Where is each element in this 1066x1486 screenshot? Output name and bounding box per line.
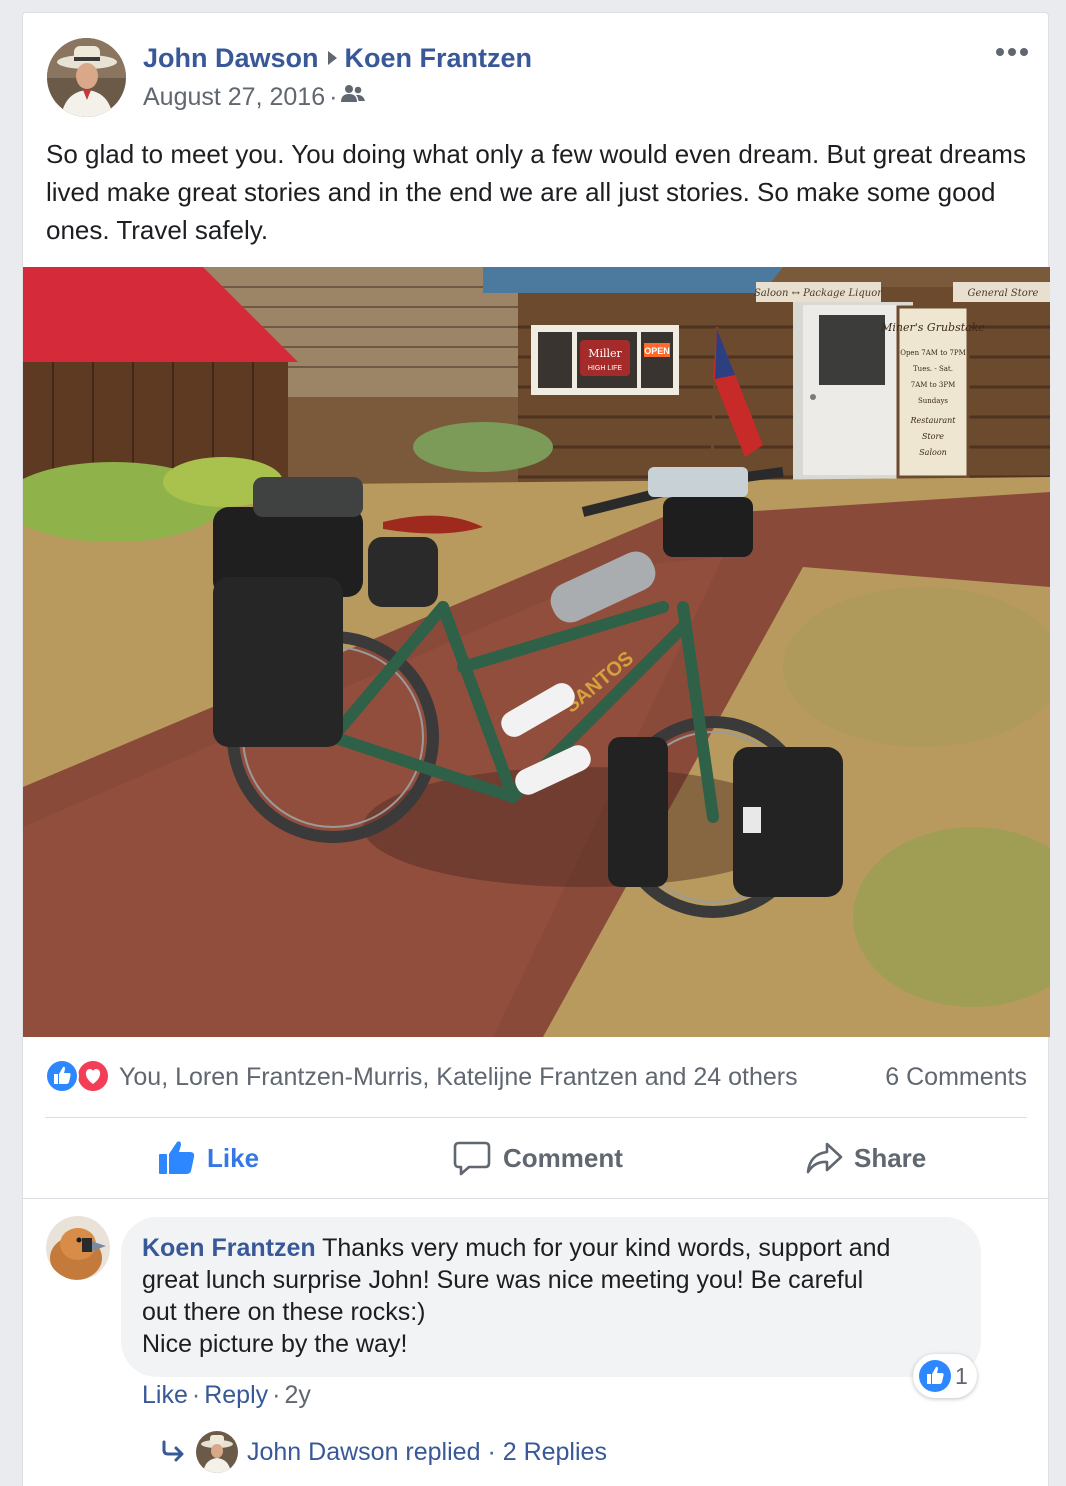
door-board-line: Tues. - Sat. (913, 365, 953, 373)
replier-avatar (196, 1431, 238, 1473)
meta-separator: · (487, 1438, 496, 1466)
reaction-names-link[interactable]: You, Loren Frantzen-Murris, Katelijne Fr… (119, 1063, 798, 1092)
post-header-names: John Dawson Koen Frantzen (143, 43, 532, 74)
comment-text: Nice picture by the way! (142, 1330, 408, 1358)
post-card: John Dawson Koen Frantzen August 27, 2016… (22, 12, 1050, 1486)
post-date-link[interactable]: August 27, 2016 (143, 83, 325, 111)
author-name-link[interactable]: John Dawson (143, 43, 319, 73)
meta-separator: · (191, 1381, 201, 1409)
post-message: So glad to meet you. You doing what only… (46, 139, 1026, 245)
meta-separator: · (329, 83, 338, 111)
window-beer-sub: HIGH LIFE (588, 365, 623, 372)
window-beer-sign: Miller (588, 347, 622, 360)
door-board-line: Sundays (918, 397, 948, 405)
comment-label: Comment (503, 1143, 623, 1173)
window-open-sign: OPEN (644, 346, 670, 356)
saloon-sign: Saloon ↔ Package Liquor (754, 288, 883, 299)
door-board-line: Saloon (919, 448, 947, 457)
share-label: Share (854, 1143, 927, 1173)
reactions-summary: You, Loren Frantzen-Murris, Katelijne Fr… (45, 1057, 1027, 1097)
replier-name: John Dawson replied (247, 1438, 481, 1466)
author-avatar[interactable] (47, 38, 126, 117)
comment-age-link[interactable]: 2y (284, 1381, 310, 1409)
thumbs-up-icon (158, 1139, 196, 1184)
comments-count-link[interactable]: 6 Comments (885, 1063, 1027, 1092)
comment-text: Thanks very much for your kind words, su… (322, 1234, 891, 1262)
comment-reaction-count: 1 (955, 1363, 968, 1389)
comment-text: great lunch surprise John! Sure was nice… (142, 1266, 864, 1294)
comment-bubble: Koen Frantzen Thanks very much for your … (121, 1217, 981, 1377)
door-board-line: Open 7AM to 7PM (900, 349, 966, 357)
like-icon (919, 1360, 951, 1392)
friends-icon[interactable] (341, 82, 366, 111)
divider (23, 1198, 1050, 1199)
to-arrow-icon (327, 50, 337, 65)
ellipsis-icon[interactable] (994, 45, 1030, 59)
comment-reply-link[interactable]: Reply (204, 1381, 268, 1409)
replies-text: John Dawson replied · 2 Replies (247, 1438, 607, 1467)
like-label: Like (207, 1143, 260, 1173)
replies-count: 2 Replies (502, 1438, 607, 1466)
reaction-icons[interactable] (45, 1059, 111, 1093)
recipient-name-link[interactable]: Koen Frantzen (345, 43, 533, 73)
door-board-line: 7AM to 3PM (911, 381, 956, 389)
comment-text: out there on these rocks:) (142, 1298, 426, 1326)
share-arrow-icon (805, 1139, 843, 1184)
comment-bubble-icon (453, 1139, 491, 1184)
door-board-line: Store (922, 432, 944, 441)
reply-arrow-icon (161, 1439, 187, 1472)
post-photo[interactable]: Miller HIGH LIFE OPEN Saloon ↔ Package L… (23, 267, 1050, 1037)
general-store-sign: General Store (968, 288, 1039, 299)
door-board-line: Restaurant (910, 416, 957, 425)
meta-separator: · (272, 1381, 281, 1409)
divider (45, 1117, 1027, 1118)
comment-actions: Like · Reply · 2y (142, 1381, 311, 1410)
commenter-name-link[interactable]: Koen Frantzen (142, 1234, 316, 1262)
comment-reaction-badge[interactable]: 1 (913, 1354, 977, 1398)
comment-line: Koen Frantzen Thanks very much for your … (142, 1232, 961, 1264)
comment-like-link[interactable]: Like (142, 1381, 188, 1409)
door-board-title: Miner's Grubstake (880, 321, 985, 334)
post-meta: August 27, 2016 · (143, 82, 366, 113)
commenter-avatar[interactable] (46, 1216, 110, 1280)
